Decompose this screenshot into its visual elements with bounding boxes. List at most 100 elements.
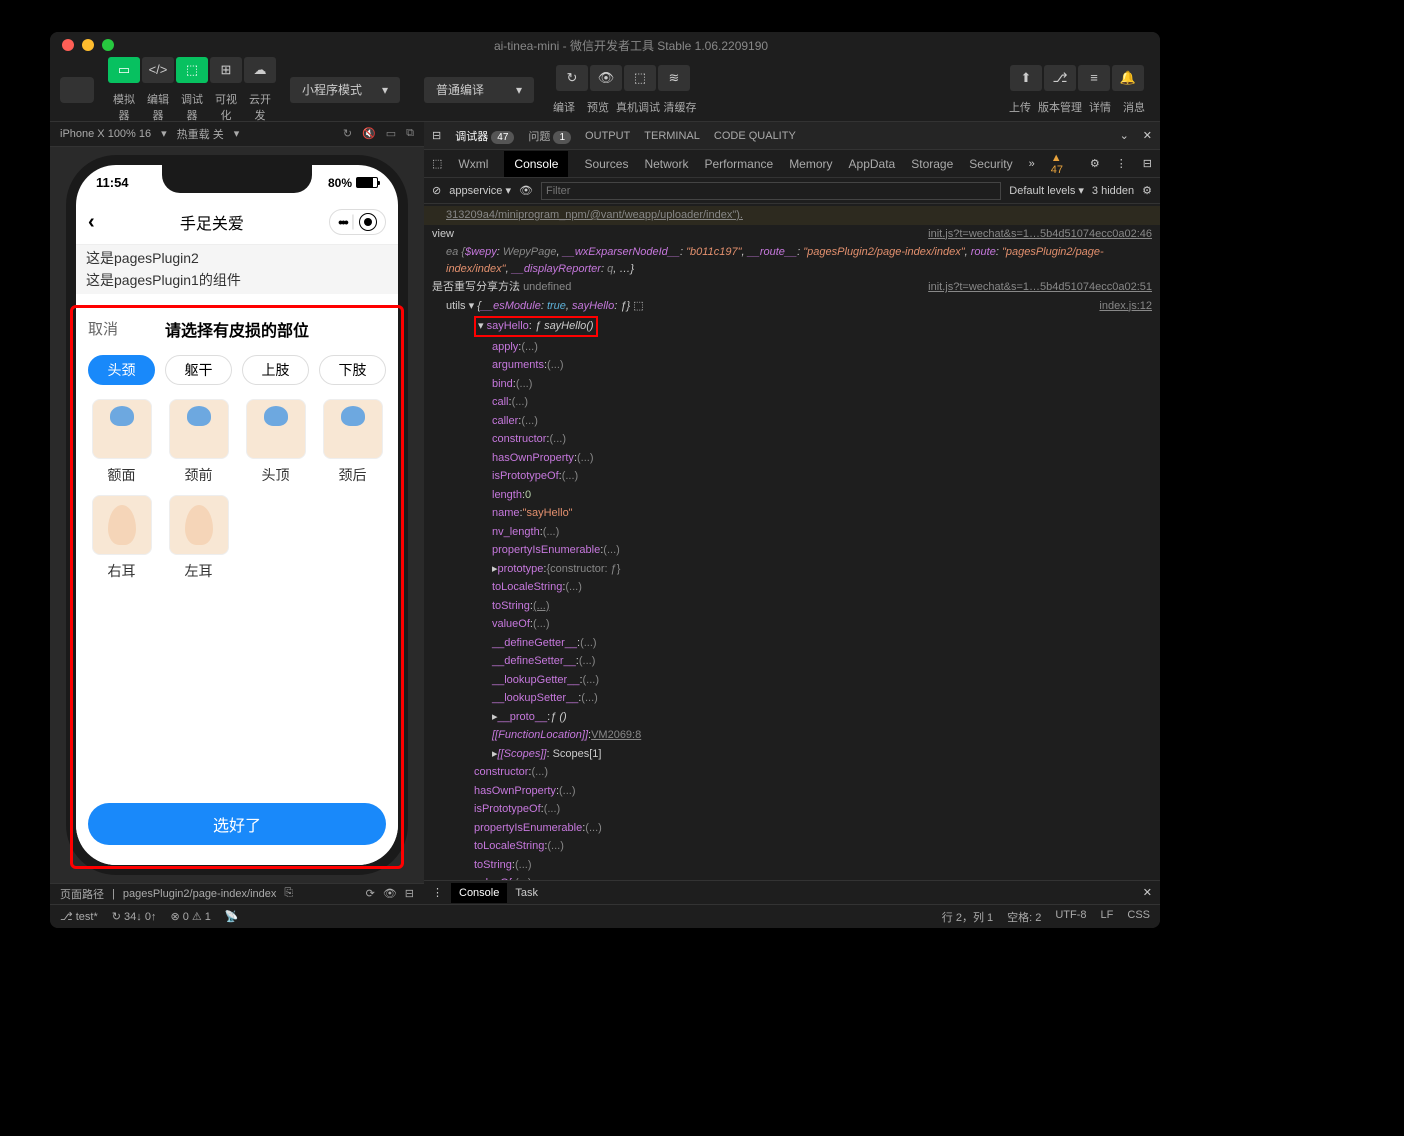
version-button[interactable]: ⎇ [1044, 65, 1076, 91]
devtools-top-bar: ⊟ 调试器 47 问题 1 OUTPUT TERMINAL CODE QUALI… [424, 122, 1160, 150]
back-button[interactable]: ‹ [88, 211, 95, 234]
visualize-toggle[interactable]: ⊞ [210, 57, 242, 83]
encoding-status[interactable]: UTF-8 [1055, 909, 1086, 925]
traffic-lights [62, 39, 114, 51]
titlebar: ai-tinea-mini - 微信开发者工具 Stable 1.06.2209… [50, 32, 1160, 58]
time: 11:54 [96, 175, 129, 190]
tab-trunk[interactable]: 躯干 [165, 355, 232, 385]
wechat-devtools-window: ai-tinea-mini - 微信开发者工具 Stable 1.06.2209… [50, 32, 1160, 928]
tab-terminal[interactable]: TERMINAL [644, 130, 700, 142]
console-output[interactable]: 313209a4/miniprogram_npm/@vant/weapp/upl… [424, 204, 1160, 880]
nav-title: 手足关爱 [95, 210, 329, 234]
copy-icon[interactable]: ⎘ [284, 887, 293, 900]
tab-memory[interactable]: Memory [789, 157, 832, 171]
close-icon[interactable]: ✕ [1143, 886, 1152, 899]
details-button[interactable]: ≡ [1078, 65, 1110, 91]
minimize-button[interactable] [82, 39, 94, 51]
tab-sources[interactable]: Sources [584, 157, 628, 171]
avatar[interactable] [60, 77, 94, 103]
inspect-icon[interactable]: ⬚ [432, 157, 442, 170]
clear-icon[interactable]: ⊘ [432, 184, 441, 197]
rotate-icon[interactable]: ⟳ [366, 887, 375, 900]
close-icon[interactable]: ✕ [1143, 129, 1152, 142]
indent-status[interactable]: 空格: 2 [1007, 909, 1041, 925]
tab-wxml[interactable]: Wxml [458, 157, 488, 171]
collapse-icon[interactable]: ⌄ [1120, 129, 1129, 142]
clear-cache-button[interactable]: ≋ [658, 65, 690, 91]
cancel-button[interactable]: 取消 [88, 318, 118, 339]
filter-input[interactable] [541, 182, 1001, 200]
menu-icon[interactable]: ⋮ [432, 886, 443, 899]
levels-select[interactable]: Default levels ▾ [1009, 184, 1084, 197]
drawer-tab-task[interactable]: Task [515, 887, 538, 899]
menu-icon[interactable]: ⋮ [1116, 157, 1127, 170]
eye-icon[interactable]: 👁 [519, 184, 533, 197]
gear-icon[interactable]: ⚙ [1142, 184, 1152, 197]
phone-nav: ‹ 手足关爱 ••• | [76, 201, 398, 245]
collapse-icon[interactable]: ⊟ [405, 887, 414, 900]
dock-icon[interactable]: ⊟ [432, 129, 441, 142]
settings-icon[interactable]: ⚙ [1090, 157, 1100, 170]
tab-code-quality[interactable]: CODE QUALITY [714, 130, 796, 142]
body-item[interactable]: 颈前 [165, 399, 232, 485]
cloud-toggle[interactable]: ☁ [244, 57, 276, 83]
body-item[interactable]: 左耳 [165, 495, 232, 581]
body-item[interactable]: 额面 [88, 399, 155, 485]
modal-title: 请选择有皮损的部位 [118, 317, 356, 341]
devtools-tabs: ⬚ Wxml Console Sources Network Performan… [424, 150, 1160, 178]
tab-appdata[interactable]: AppData [849, 157, 896, 171]
refresh-icon[interactable]: ↻ [343, 127, 352, 140]
status-bar: ⎇ test* ↻ 34↓ 0↑ ⊗ 0 ⚠ 1 📡 行 2，列 1 空格: 2… [50, 904, 1160, 928]
tab-head-neck[interactable]: 头颈 [88, 355, 155, 385]
warning-count[interactable]: ▲ 47 [1051, 152, 1074, 176]
tab-performance[interactable]: Performance [704, 157, 773, 171]
debugger-toggle[interactable]: ⬚ [176, 57, 208, 83]
tab-console[interactable]: Console [504, 151, 568, 177]
close-button[interactable] [62, 39, 74, 51]
hot-reload-select[interactable]: 热重载 关 [177, 126, 224, 142]
tab-output[interactable]: OUTPUT [585, 130, 630, 142]
tab-problems[interactable]: 问题 1 [528, 128, 571, 144]
problems-status[interactable]: ⊗ 0 ⚠ 1 [170, 910, 210, 923]
hidden-count: 3 hidden [1092, 185, 1134, 197]
popout-icon[interactable]: ⧉ [406, 127, 414, 140]
more-tabs-icon[interactable]: » [1029, 158, 1035, 170]
notch [162, 165, 312, 193]
messages-button[interactable]: 🔔 [1112, 65, 1144, 91]
mute-icon[interactable]: 🔇 [362, 127, 376, 140]
upload-button[interactable]: ⬆ [1010, 65, 1042, 91]
simulator-toggle[interactable]: ▭ [108, 57, 140, 83]
real-device-button[interactable]: ⬚ [624, 65, 656, 91]
dock-icon[interactable]: ⊟ [1143, 157, 1152, 170]
maximize-button[interactable] [102, 39, 114, 51]
compile-select[interactable]: 普通编译▾ [424, 77, 534, 103]
git-sync[interactable]: ↻ 34↓ 0↑ [112, 910, 157, 923]
preview-button[interactable]: 👁 [590, 65, 622, 91]
body-item[interactable]: 头顶 [242, 399, 309, 485]
device-select[interactable]: iPhone X 100% 16 [60, 128, 151, 140]
git-branch[interactable]: ⎇ test* [60, 910, 98, 923]
tab-storage[interactable]: Storage [911, 157, 953, 171]
body-item[interactable]: 颈后 [319, 399, 386, 485]
mode-select[interactable]: 小程序模式▾ [290, 77, 400, 103]
lang-status[interactable]: CSS [1127, 909, 1150, 925]
compile-button[interactable]: ↻ [556, 65, 588, 91]
context-select[interactable]: appservice ▾ [449, 184, 511, 197]
body-item[interactable]: 右耳 [88, 495, 155, 581]
tab-lower-limb[interactable]: 下肢 [319, 355, 386, 385]
cursor-position[interactable]: 行 2，列 1 [942, 909, 993, 925]
capsule-button[interactable]: ••• | [329, 209, 386, 235]
page-path[interactable]: pagesPlugin2/page-index/index [123, 888, 277, 900]
drawer-tab-console[interactable]: Console [451, 883, 507, 903]
broadcast-icon[interactable]: 📡 [225, 910, 239, 923]
eol-status[interactable]: LF [1101, 909, 1114, 925]
editor-toggle[interactable]: </> [142, 57, 174, 83]
tab-upper-limb[interactable]: 上肢 [242, 355, 309, 385]
device-icon[interactable]: ▭ [386, 127, 396, 140]
confirm-button[interactable]: 选好了 [88, 803, 386, 845]
tab-debugger[interactable]: 调试器 47 [455, 128, 514, 144]
tab-security[interactable]: Security [969, 157, 1012, 171]
eye-icon[interactable]: 👁 [383, 887, 397, 900]
console-filter-bar: ⊘ appservice ▾ 👁 Default levels ▾ 3 hidd… [424, 178, 1160, 204]
tab-network[interactable]: Network [644, 157, 688, 171]
